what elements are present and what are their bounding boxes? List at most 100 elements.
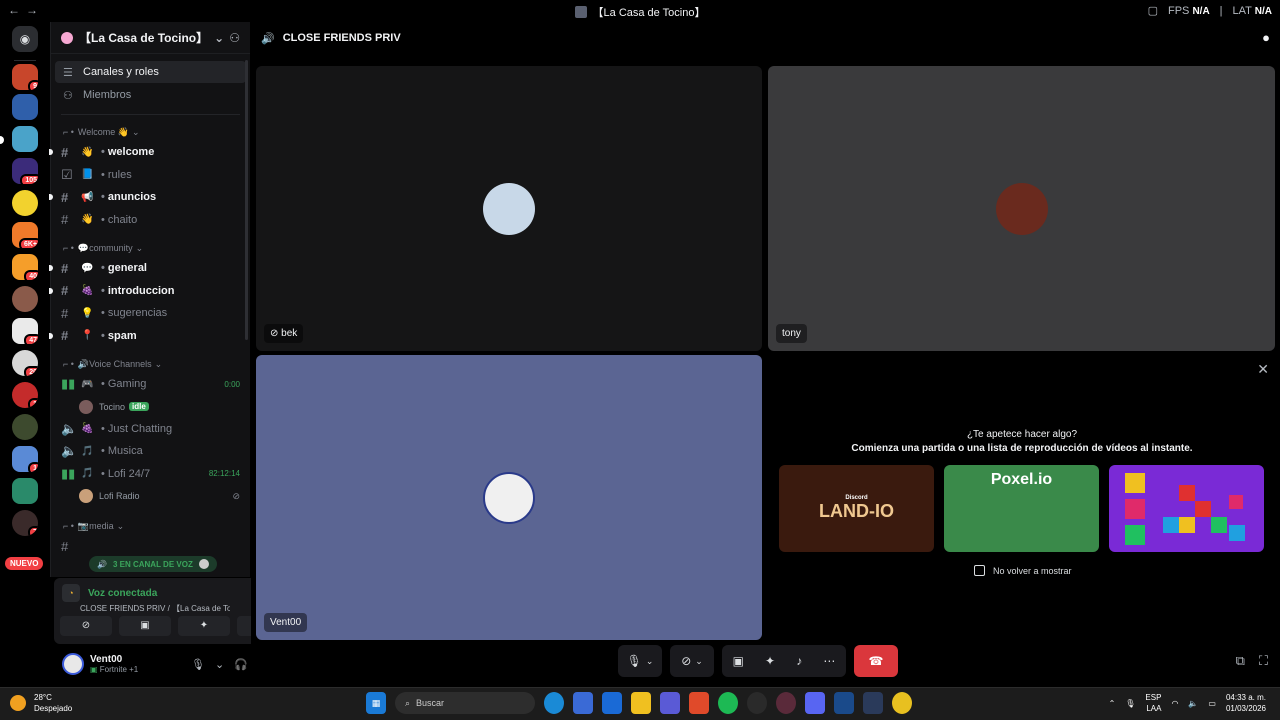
add-member-icon[interactable]: ⚇ bbox=[229, 31, 240, 45]
microphone-button[interactable]: 🎙 ⌄ bbox=[618, 645, 662, 677]
category-welcome[interactable]: ⌐ • Welcome 👋 ⌄ bbox=[51, 123, 250, 141]
guild-header[interactable]: 【La Casa de Tocino】 ⌄ ⚇ bbox=[51, 22, 250, 54]
server-icon-2[interactable] bbox=[12, 94, 38, 120]
close-icon[interactable]: ✕ bbox=[1257, 361, 1269, 378]
nav-members[interactable]: ⚇ Miembros bbox=[55, 84, 246, 106]
activity-question: ¿Te apetece hacer algo? bbox=[966, 429, 1078, 440]
server-icon-13[interactable]: 1 bbox=[12, 446, 38, 472]
microphone-icon[interactable]: 🎙 bbox=[1125, 699, 1135, 708]
sidebar-scrollbar[interactable] bbox=[245, 60, 248, 340]
volume-icon[interactable]: 🔈 bbox=[1188, 699, 1198, 708]
chevron-down-icon[interactable]: ⌄ bbox=[215, 658, 224, 671]
battery-icon[interactable]: ▭ bbox=[1208, 699, 1216, 708]
server-icon-14[interactable] bbox=[12, 478, 38, 504]
category-voice[interactable]: ⌐ • 🔊Voice Channels ⌄ bbox=[51, 355, 250, 373]
voice-channel-lofi[interactable]: ▮▮ 🎵 • Lofi 24/7 82:12:14 bbox=[51, 463, 250, 486]
latency-readout: LAT N/A bbox=[1232, 4, 1272, 17]
server-icon-9[interactable]: 47 bbox=[12, 318, 38, 344]
activity-card-blocks[interactable] bbox=[1109, 465, 1264, 552]
card-title: Poxel.io bbox=[990, 471, 1053, 488]
edge-icon[interactable] bbox=[544, 692, 564, 714]
video-tile-tony[interactable]: tony bbox=[768, 66, 1275, 351]
explorer-icon[interactable] bbox=[631, 692, 651, 714]
microphone-icon[interactable]: 🎙 bbox=[191, 658, 205, 671]
chevron-up-icon[interactable]: ⌃ bbox=[1109, 699, 1116, 708]
channel-media-partial[interactable]: # bbox=[51, 535, 250, 558]
voice-count-pill[interactable]: 🔊 3 EN CANAL DE VOZ bbox=[89, 556, 217, 572]
checkbox[interactable] bbox=[974, 565, 985, 576]
voice-channel-just-chatting[interactable]: 🔈 🍇 • Just Chatting bbox=[51, 418, 250, 441]
soundboard-icon[interactable]: ♪ bbox=[796, 654, 802, 668]
server-icon-6[interactable]: 6K+ bbox=[12, 222, 38, 248]
discord-icon[interactable] bbox=[805, 692, 825, 714]
system-tray: ⌃ 🎙 ESP LAA ◠ 🔈 ▭ 04:33 a. m. 01/03/2026 bbox=[1109, 692, 1266, 714]
server-icon-1[interactable]: 9 bbox=[12, 64, 38, 90]
signal-icon[interactable]: ◔ bbox=[62, 584, 80, 602]
server-icon-3[interactable] bbox=[12, 126, 38, 152]
voice-channel-gaming[interactable]: ▮▮ 🎮 • Gaming 0:00 bbox=[51, 373, 250, 396]
discord-home-icon[interactable]: ◉ bbox=[12, 26, 38, 52]
channel-welcome[interactable]: # 👋 • welcome bbox=[49, 141, 250, 164]
weather-widget[interactable]: 28°C Despejado bbox=[10, 692, 72, 714]
server-icon-12[interactable] bbox=[12, 414, 38, 440]
inbox-icon[interactable]: ▢ bbox=[1148, 4, 1158, 17]
chrome-icon[interactable] bbox=[892, 692, 912, 714]
more-icon[interactable]: ⋯ bbox=[823, 654, 835, 668]
fullscreen-icon[interactable]: ⛶ bbox=[1259, 653, 1268, 669]
camera-button[interactable]: ⊘ ⌄ bbox=[670, 645, 714, 677]
new-badge[interactable]: NUEVO bbox=[5, 557, 44, 570]
steam-icon[interactable] bbox=[747, 692, 767, 714]
video-tile-vent00[interactable]: Vent00 bbox=[256, 355, 762, 640]
category-community[interactable]: ⌐ • 💬community ⌄ bbox=[51, 239, 250, 257]
app-icon[interactable] bbox=[776, 692, 796, 714]
server-icon-8[interactable] bbox=[12, 286, 38, 312]
camera-off-button[interactable]: ⊘ bbox=[60, 616, 112, 636]
hang-up-button[interactable]: ☎ bbox=[854, 645, 898, 677]
dont-show-again[interactable]: No volver a mostrar bbox=[974, 565, 1072, 576]
video-tile-bek[interactable]: ⊘ bek bbox=[256, 66, 762, 351]
channel-chaito[interactable]: # 👋 • chaito bbox=[51, 209, 250, 232]
server-icon-10[interactable]: 20 bbox=[12, 350, 38, 376]
wifi-icon[interactable]: ◠ bbox=[1171, 699, 1178, 708]
store-icon[interactable] bbox=[573, 692, 593, 714]
activity-card-landio[interactable]: Discord LAND-IO bbox=[779, 465, 934, 552]
server-icon-15[interactable]: 7 bbox=[12, 510, 38, 536]
brave-icon[interactable] bbox=[689, 692, 709, 714]
outlook-icon[interactable] bbox=[602, 692, 622, 714]
voice-user-tocino[interactable]: Tocino idle bbox=[51, 396, 250, 418]
channel-general[interactable]: # 💬 • general bbox=[49, 257, 250, 280]
app-icon[interactable] bbox=[834, 692, 854, 714]
channel-introduccion[interactable]: # 🍇 • introduccion bbox=[49, 280, 250, 303]
channel-rules[interactable]: ☑ 📘 • rules bbox=[51, 164, 250, 187]
teams-icon[interactable] bbox=[660, 692, 680, 714]
popout-icon[interactable]: ⧉ bbox=[1236, 653, 1245, 669]
headphones-icon[interactable]: 🎧 bbox=[234, 658, 248, 671]
input-language[interactable]: ESP LAA bbox=[1145, 692, 1161, 714]
nav-channels-roles[interactable]: ☰ Canales y roles bbox=[55, 61, 246, 83]
voice-user-lofi-radio[interactable]: Lofi Radio ⊘ bbox=[51, 485, 250, 507]
spotify-icon[interactable] bbox=[718, 692, 738, 714]
hash-icon: # bbox=[61, 305, 69, 321]
server-icon-5[interactable] bbox=[12, 190, 38, 216]
audio-app-icon[interactable] bbox=[863, 692, 883, 714]
channel-sugerencias[interactable]: # 💡 • sugerencias bbox=[51, 302, 250, 325]
category-media[interactable]: ⌐ • 📷media ⌄ bbox=[51, 517, 250, 535]
avatar[interactable] bbox=[62, 653, 84, 675]
activities-button[interactable]: ✦ bbox=[178, 616, 230, 636]
chat-icon[interactable]: ● bbox=[1262, 30, 1270, 45]
activity-card-poxel[interactable]: Poxel.io bbox=[944, 465, 1099, 552]
start-icon[interactable]: ▦ bbox=[366, 692, 386, 714]
voice-channel-path[interactable]: CLOSE FRIENDS PRIV / 【La Casa de To... bbox=[80, 603, 230, 614]
username: Vent00 bbox=[90, 654, 123, 665]
clock[interactable]: 04:33 a. m. 01/03/2026 bbox=[1226, 692, 1266, 714]
activities-icon[interactable]: ✦ bbox=[765, 654, 775, 668]
screen-share-button[interactable]: ▣ bbox=[119, 616, 171, 636]
server-icon-4[interactable]: 105 bbox=[12, 158, 38, 184]
search-box[interactable]: ⌕ Buscar bbox=[395, 692, 535, 714]
voice-channel-musica[interactable]: 🔈 🎵 • Musica bbox=[51, 440, 250, 463]
screen-share-icon[interactable]: ▣ bbox=[733, 654, 744, 668]
channel-anuncios[interactable]: # 📢 • anuncios bbox=[49, 186, 250, 209]
server-icon-7[interactable]: 40 bbox=[12, 254, 38, 280]
server-icon-11[interactable]: 1 bbox=[12, 382, 38, 408]
channel-spam[interactable]: # 📍 • spam bbox=[49, 325, 250, 348]
